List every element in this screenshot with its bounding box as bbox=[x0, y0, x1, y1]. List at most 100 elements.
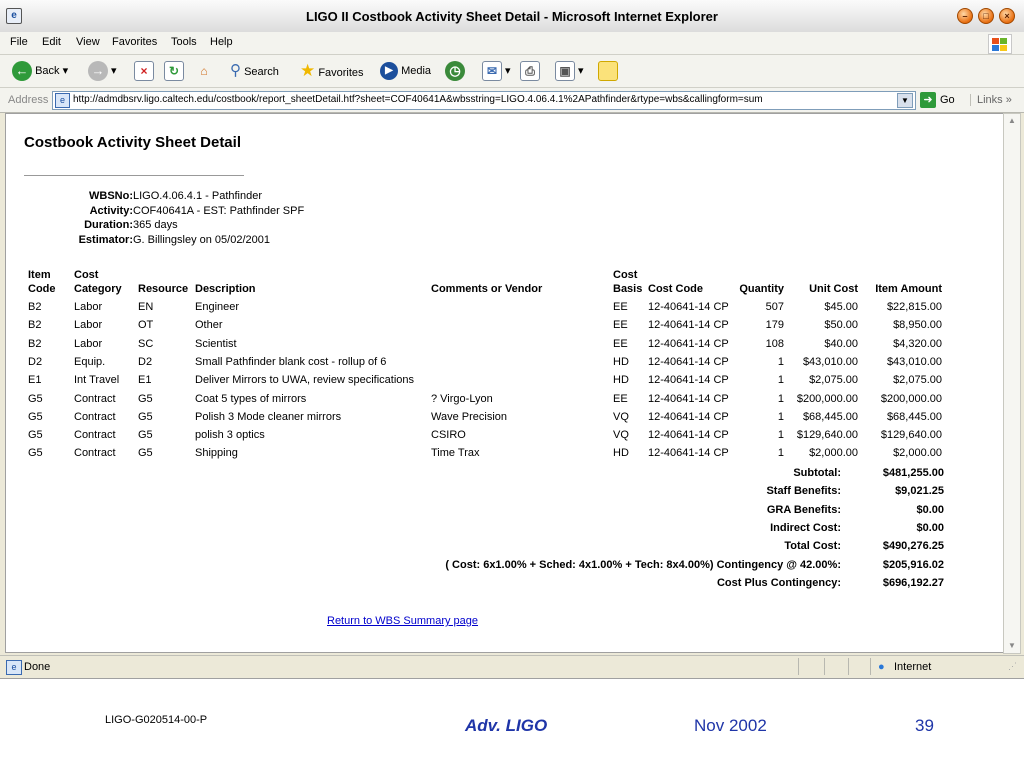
summary-label: Indirect Cost: bbox=[770, 521, 841, 534]
summary-value: $696,192.27 bbox=[882, 576, 944, 589]
summary-label: ( Cost: 6x1.00% + Sched: 4x1.00% + Tech:… bbox=[445, 558, 841, 571]
header-comments: Comments or Vendor bbox=[431, 283, 543, 295]
history-button[interactable]: ◷ bbox=[445, 60, 465, 82]
status-bar: e Done ● Internet ⋰ bbox=[0, 655, 1024, 678]
cell-basis: EE bbox=[613, 301, 628, 313]
cell-cat: Labor bbox=[74, 319, 103, 332]
cell-unit: $45.00 bbox=[824, 301, 858, 313]
summary-label: Staff Benefits: bbox=[766, 485, 841, 498]
cell-cat: Contract bbox=[74, 447, 116, 460]
history-icon: ◷ bbox=[445, 61, 465, 82]
cell-vendor: Wave Precision bbox=[431, 410, 508, 423]
home-icon: ⌂ bbox=[200, 64, 208, 79]
cell-amount: $2,000.00 bbox=[893, 447, 942, 460]
cell-res: G5 bbox=[138, 447, 153, 460]
star-icon: ★ bbox=[300, 61, 316, 80]
cell-item: G5 bbox=[28, 392, 43, 405]
menu-tools[interactable]: Tools bbox=[171, 36, 197, 48]
cell-amount: $22,815.00 bbox=[886, 301, 942, 313]
cell-cat: Labor bbox=[74, 337, 103, 350]
edit-icon: ▣ bbox=[555, 61, 575, 82]
go-arrow-icon: ➜ bbox=[920, 92, 936, 109]
menu-view[interactable]: View bbox=[76, 36, 100, 48]
header-resource: Resource bbox=[138, 283, 189, 295]
favorites-button[interactable]: ★ Favorites bbox=[300, 60, 364, 82]
minimize-icon[interactable]: – bbox=[957, 8, 973, 24]
print-icon: ⎙ bbox=[520, 61, 540, 82]
footer-page-number: 39 bbox=[915, 716, 934, 735]
cell-desc: Deliver Mirrors to UWA, review specifica… bbox=[195, 374, 415, 387]
page-content: Costbook Activity Sheet Detail WBSNo: LIG… bbox=[5, 113, 1004, 653]
cell-code: 12-40641-14 CP bbox=[648, 410, 729, 423]
info-label: Estimator: bbox=[78, 233, 133, 246]
maximize-icon[interactable]: □ bbox=[978, 8, 994, 24]
cell-qty: 1 bbox=[777, 355, 784, 368]
cell-amount: $8,950.00 bbox=[893, 319, 942, 332]
cell-item: B2 bbox=[28, 319, 42, 332]
close-icon[interactable]: × bbox=[999, 8, 1015, 24]
toolbar: ← Back ▾ → ▾ × ↻ ⌂ ⚲ Search ★ Favorites … bbox=[0, 55, 1024, 88]
cell-cat: Int Travel bbox=[74, 374, 120, 387]
messenger-button[interactable] bbox=[598, 60, 618, 82]
url-text[interactable]: http://admdbsrv.ligo.caltech.edu/costboo… bbox=[73, 94, 763, 105]
forward-button[interactable]: → ▾ bbox=[88, 60, 117, 82]
scroll-up-icon[interactable]: ▲ bbox=[1004, 114, 1020, 128]
cell-vendor: CSIRO bbox=[431, 429, 466, 442]
print-button[interactable]: ⎙ bbox=[520, 60, 540, 82]
menu-file[interactable]: File bbox=[10, 36, 28, 48]
home-button[interactable]: ⌂ bbox=[194, 60, 214, 82]
menu-help[interactable]: Help bbox=[210, 36, 233, 48]
cell-basis: EE bbox=[613, 392, 628, 405]
cell-amount: $129,640.00 bbox=[880, 429, 942, 442]
cell-res: E1 bbox=[138, 374, 152, 387]
footer-date: Nov 2002 bbox=[694, 716, 767, 735]
status-separator bbox=[848, 658, 849, 675]
summary-value: $0.00 bbox=[916, 503, 944, 516]
browser-window: e LIGO II Costbook Activity Sheet Detail… bbox=[0, 0, 1024, 679]
cell-code: 12-40641-14 CP bbox=[648, 447, 729, 460]
header-unit-cost: Unit Cost bbox=[809, 283, 858, 295]
cell-desc: polish 3 optics bbox=[195, 429, 265, 442]
vertical-scrollbar[interactable]: ▲ ▼ bbox=[1003, 113, 1021, 654]
edit-button[interactable]: ▣ ▾ bbox=[555, 60, 584, 82]
return-link[interactable]: Return to WBS Summary page bbox=[327, 615, 478, 627]
menu-favorites[interactable]: Favorites bbox=[112, 36, 157, 48]
go-button[interactable]: ➜ Go bbox=[920, 92, 955, 109]
resize-grip-icon[interactable]: ⋰ bbox=[1008, 661, 1017, 672]
search-button[interactable]: ⚲ Search bbox=[230, 60, 279, 82]
scroll-down-icon[interactable]: ▼ bbox=[1004, 639, 1020, 653]
refresh-button[interactable]: ↻ bbox=[164, 60, 184, 82]
header-item-amount: Item Amount bbox=[875, 283, 942, 295]
cell-unit: $2,075.00 bbox=[809, 374, 858, 387]
forward-arrow-icon: → bbox=[88, 61, 108, 82]
cell-unit: $43,010.00 bbox=[802, 355, 858, 368]
page-icon: e bbox=[55, 93, 70, 108]
zone-text: Internet bbox=[894, 661, 932, 673]
cell-cat: Contract bbox=[74, 392, 116, 405]
info-value: G. Billingsley on 05/02/2001 bbox=[133, 233, 270, 246]
back-button[interactable]: ← Back ▾ bbox=[12, 60, 68, 82]
summary-value: $0.00 bbox=[916, 521, 944, 534]
cell-unit: $50.00 bbox=[824, 319, 858, 332]
mail-button[interactable]: ✉ ▾ bbox=[482, 60, 511, 82]
cell-basis: HD bbox=[613, 374, 629, 387]
cell-basis: HD bbox=[613, 447, 629, 460]
links-button[interactable]: Links » bbox=[970, 94, 1012, 106]
menu-edit[interactable]: Edit bbox=[42, 36, 61, 48]
address-dropdown-icon[interactable]: ▼ bbox=[897, 93, 913, 108]
cell-desc: Small Pathfinder blank cost - rollup of … bbox=[195, 355, 387, 368]
media-button[interactable]: ▶ Media bbox=[380, 60, 431, 82]
summary-value: $490,276.25 bbox=[882, 540, 944, 553]
status-separator bbox=[870, 658, 871, 675]
address-input[interactable]: e http://admdbsrv.ligo.caltech.edu/costb… bbox=[52, 91, 916, 110]
info-value: COF40641A - EST: Pathfinder SPF bbox=[133, 204, 305, 217]
cell-item: D2 bbox=[28, 355, 43, 368]
summary-value: $481,255.00 bbox=[882, 467, 944, 479]
header-quantity: Quantity bbox=[739, 283, 784, 295]
summary-label: GRA Benefits: bbox=[766, 503, 841, 516]
cell-res: EN bbox=[138, 301, 154, 313]
stop-button[interactable]: × bbox=[134, 60, 154, 82]
mail-icon: ✉ bbox=[482, 61, 502, 82]
cell-desc: Coat 5 types of mirrors bbox=[195, 392, 307, 405]
cell-qty: 507 bbox=[765, 301, 784, 313]
